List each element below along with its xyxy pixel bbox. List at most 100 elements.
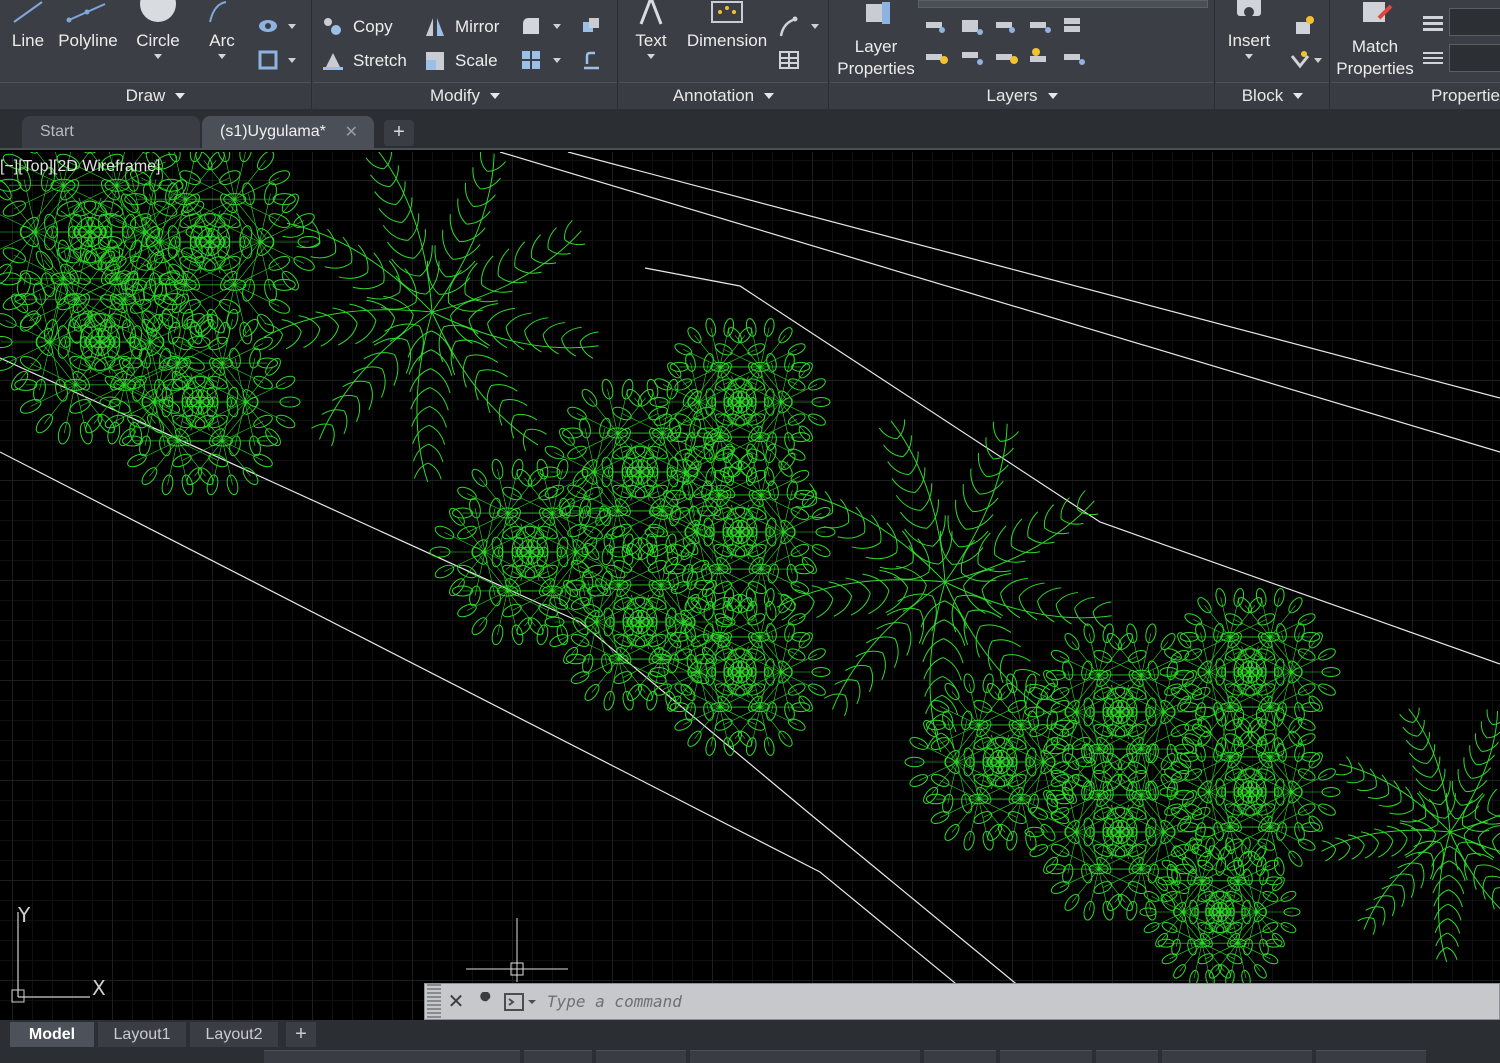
circle-tool-button[interactable]: Circle <box>132 0 184 59</box>
scale-tool-button[interactable]: Scale <box>423 48 498 74</box>
ucs-icon: YX <box>11 903 106 1003</box>
edit-block-icon[interactable] <box>1288 48 1312 72</box>
arc-dropdown-arrow[interactable] <box>218 54 226 59</box>
linetype-dropdown[interactable] <box>1449 44 1500 72</box>
new-tab-button[interactable]: + <box>384 120 414 146</box>
shrub-symbol <box>0 239 211 445</box>
insert-block-button[interactable]: Insert <box>1220 0 1278 59</box>
plant-symbols <box>0 152 1500 987</box>
line-icon <box>13 1 43 23</box>
text-dropdown-arrow[interactable] <box>647 54 655 59</box>
command-input[interactable]: Type a command <box>547 992 682 1011</box>
ribbon: Line Polyline Circle Arc Draw Copy Mirro… <box>0 0 1500 110</box>
match-properties-icon <box>1363 2 1393 22</box>
match-properties-button[interactable]: Match Properties <box>1333 0 1417 80</box>
layers-panel-title[interactable]: Layers <box>830 82 1214 109</box>
polyline-tool-button[interactable]: Polyline <box>56 0 120 51</box>
rectangular-array-icon[interactable] <box>519 48 543 72</box>
draw-panel-title[interactable]: Draw <box>0 82 311 109</box>
insert-dropdown-arrow[interactable] <box>1245 54 1253 59</box>
customize-wrench-icon[interactable] <box>471 987 501 1017</box>
status-model-toggle[interactable] <box>524 1050 592 1063</box>
command-line: ✕ Type a command <box>424 983 1500 1020</box>
command-line-grip[interactable] <box>427 984 441 1019</box>
close-command-line-icon[interactable]: ✕ <box>441 987 471 1017</box>
line-tool-button[interactable]: Line <box>8 0 48 51</box>
ucs-y-label: Y <box>17 903 31 927</box>
edit-block-dropdown-arrow[interactable] <box>1314 58 1322 63</box>
tab-active-drawing[interactable]: (s1)Uygulama* ✕ <box>202 116 374 148</box>
status-isolate-toggles[interactable] <box>1162 1050 1312 1063</box>
hatch-dropdown-arrow[interactable] <box>288 24 296 29</box>
copy-tool-button[interactable]: Copy <box>321 14 393 40</box>
layer-properties-icon <box>866 2 890 24</box>
annotation-panel-title[interactable]: Annotation <box>619 82 828 109</box>
lineweight-dropdown[interactable] <box>1449 8 1500 36</box>
tab-layout1[interactable]: Layout1 <box>98 1022 186 1047</box>
shrub-symbol <box>649 588 831 756</box>
layer-dropdown[interactable] <box>918 0 1208 8</box>
shrub-symbol <box>539 378 741 566</box>
tab-layout2[interactable]: Layout2 <box>190 1022 278 1047</box>
status-coordinates[interactable] <box>264 1050 520 1063</box>
leader-dropdown-arrow[interactable] <box>811 24 819 29</box>
status-grid-toggle[interactable] <box>596 1050 686 1063</box>
dimension-tool-button[interactable]: Dimension <box>685 0 769 51</box>
mirror-icon <box>426 18 444 36</box>
properties-panel-title[interactable]: Propertie <box>1331 82 1500 109</box>
status-workspace-toggle[interactable] <box>1000 1050 1092 1063</box>
create-block-icon[interactable] <box>1292 14 1316 38</box>
arc-icon <box>209 1 227 23</box>
array-icon[interactable] <box>579 14 603 38</box>
rectangle-dropdown-arrow[interactable] <box>288 58 296 63</box>
copy-icon <box>324 18 341 35</box>
palm-symbol <box>1321 707 1500 963</box>
model-viewport[interactable]: YX [−][Top][2D Wireframe] <box>0 152 1500 1020</box>
fillet-dropdown-arrow[interactable] <box>553 24 561 29</box>
shrub-symbol <box>1139 837 1301 987</box>
drawing-canvas[interactable]: YX <box>0 152 1500 1020</box>
rectangle-icon[interactable] <box>256 48 280 72</box>
array-dropdown-arrow[interactable] <box>553 58 561 63</box>
status-drafting-toggles[interactable] <box>690 1050 920 1063</box>
stretch-tool-button[interactable]: Stretch <box>321 48 407 74</box>
insert-icon <box>1237 0 1261 17</box>
status-units-toggle[interactable] <box>1096 1050 1158 1063</box>
layout-tabs-bar: Model Layout1 Layout2 + <box>0 1020 1500 1048</box>
recent-commands-icon[interactable] <box>501 987 541 1017</box>
circle-icon <box>140 0 176 22</box>
palm-symbol <box>263 152 599 483</box>
text-icon <box>639 0 663 25</box>
annotation-panel: Text Dimension Annotation <box>619 0 829 110</box>
viewport-controls-label[interactable]: [−][Top][2D Wireframe] <box>0 158 161 176</box>
status-customize[interactable] <box>1316 1050 1426 1063</box>
status-annotation-toggle[interactable] <box>924 1050 996 1063</box>
mirror-tool-button[interactable]: Mirror <box>423 14 499 40</box>
block-panel-title[interactable]: Block <box>1216 82 1329 109</box>
boundary-line <box>0 451 1001 1020</box>
close-tab-icon[interactable]: ✕ <box>345 122 358 142</box>
crosshair-cursor <box>466 918 568 982</box>
offset-icon[interactable] <box>579 48 603 72</box>
draw-panel: Line Polyline Circle Arc Draw <box>0 0 312 110</box>
modify-panel-title[interactable]: Modify <box>313 82 617 109</box>
hatch-icon[interactable] <box>256 14 280 38</box>
table-icon[interactable] <box>777 48 801 72</box>
properties-panel: Match Properties Propertie <box>1331 0 1500 110</box>
fillet-icon[interactable] <box>519 14 543 38</box>
block-panel: Insert Block <box>1216 0 1330 110</box>
tab-start[interactable]: Start <box>22 116 200 148</box>
properties-list-icons[interactable] <box>1421 10 1445 72</box>
layer-properties-button[interactable]: Layer Properties <box>834 0 918 80</box>
circle-dropdown-arrow[interactable] <box>154 54 162 59</box>
layer-tools-icons[interactable] <box>922 14 1122 74</box>
ucs-x-label: X <box>92 976 106 1000</box>
dimension-icon <box>711 1 743 23</box>
tab-model[interactable]: Model <box>10 1022 94 1047</box>
stretch-icon <box>323 53 343 70</box>
new-layout-button[interactable]: + <box>286 1022 316 1047</box>
status-bar <box>0 1048 1500 1063</box>
arc-tool-button[interactable]: Arc <box>202 0 242 59</box>
leader-icon[interactable] <box>777 14 801 38</box>
text-tool-button[interactable]: Text <box>631 0 671 59</box>
